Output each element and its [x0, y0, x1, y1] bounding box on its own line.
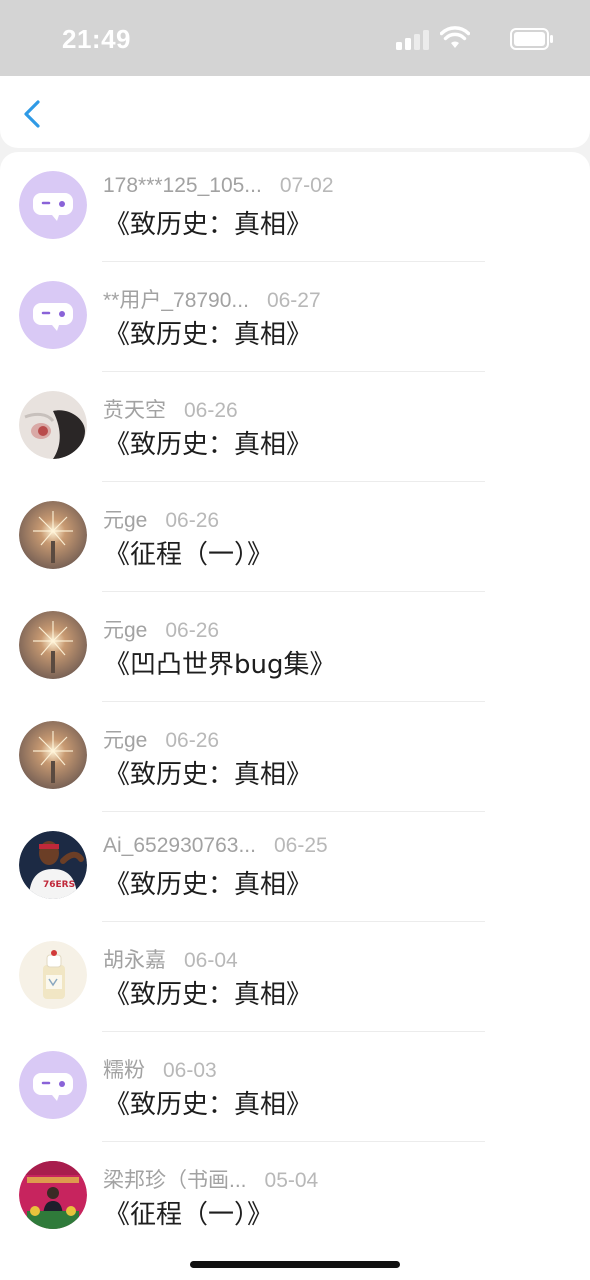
item-meta: 胡永嘉 06-04 [103, 944, 238, 972]
item-meta: 贲天空 06-26 [103, 394, 238, 422]
item-meta: 元ge 06-26 [103, 504, 219, 532]
item-meta: 178***125_105... 07-02 [103, 174, 334, 202]
item-meta: 元ge 06-26 [103, 614, 219, 642]
basketball-player-photo-avatar: 76ERS [19, 831, 87, 899]
item-date: 05-04 [264, 1169, 319, 1192]
item-username: 贲天空 [103, 399, 166, 422]
navigation-bar [0, 76, 590, 148]
item-title: 《凹凸世界bug集》 [104, 650, 336, 680]
status-time: 21:49 [62, 24, 131, 54]
item-username: 元ge [103, 729, 148, 752]
chat-bubble-avatar-icon [19, 281, 87, 349]
item-meta: 梁邦珍（书画... 05-04 [103, 1164, 318, 1192]
list-item[interactable]: 178***125_105... 07-02 《致历史：真相》 [0, 152, 590, 262]
home-indicator[interactable] [190, 1261, 400, 1268]
home-indicator-area [0, 1252, 590, 1280]
item-title: 《致历史：真相》 [104, 320, 313, 350]
item-date: 06-04 [184, 949, 238, 972]
reference-list: 178***125_105... 07-02 《致历史：真相》 **用户_7879… [0, 152, 590, 1252]
status-icons [384, 26, 554, 54]
item-username: 梁邦珍（书画... [103, 1169, 247, 1192]
item-date: 07-02 [279, 174, 334, 197]
item-title: 《致历史：真相》 [104, 210, 313, 240]
list-item[interactable]: 胡永嘉 06-04 《致历史：真相》 [0, 922, 590, 1032]
back-button[interactable] [14, 94, 54, 134]
item-username: 元ge [103, 619, 148, 642]
wifi-icon [440, 26, 470, 48]
sparkler-photo-avatar [19, 721, 87, 789]
item-username: **用户_78790... [103, 289, 249, 312]
item-date: 06-26 [165, 729, 220, 752]
chat-bubble-avatar-icon [19, 171, 87, 239]
item-date: 06-03 [163, 1059, 217, 1082]
item-meta: 糯粉 06-03 [103, 1054, 217, 1082]
item-meta: Ai_652930763... 06-25 [103, 834, 328, 862]
stage-photo-avatar [19, 1161, 87, 1229]
item-username: 胡永嘉 [103, 949, 166, 972]
list-item[interactable]: 元ge 06-26 《凹凸世界bug集》 [0, 592, 590, 702]
item-username: 糯粉 [103, 1059, 145, 1082]
chat-bubble-avatar-icon [19, 1051, 87, 1119]
list-item[interactable]: **用户_78790... 06-27 《致历史：真相》 [0, 262, 590, 372]
item-date: 06-26 [184, 399, 238, 422]
list-item[interactable]: 76ERS Ai_652930763... 06-25 《致历史：真相》 [0, 812, 590, 922]
item-meta: **用户_78790... 06-27 [103, 284, 321, 312]
item-title: 《致历史：真相》 [104, 430, 313, 460]
sparkler-photo-avatar [19, 501, 87, 569]
item-date: 06-25 [273, 834, 328, 857]
item-title: 《致历史：真相》 [104, 1090, 313, 1120]
item-username: 178***125_105... [103, 174, 262, 197]
list-item[interactable]: 梁邦珍（书画... 05-04 《征程（一）》 [0, 1142, 590, 1252]
item-title: 《征程（一）》 [104, 1200, 274, 1230]
list-item[interactable]: 元ge 06-26 《征程（一）》 [0, 482, 590, 592]
bottle-photo-avatar [19, 941, 87, 1009]
sparkler-photo-avatar [19, 611, 87, 679]
signal-icon [396, 30, 429, 50]
chevron-left-icon [24, 100, 40, 128]
item-title: 《致历史：真相》 [104, 870, 313, 900]
item-date: 06-26 [165, 509, 220, 532]
item-date: 06-26 [165, 619, 220, 642]
battery-icon [510, 28, 553, 50]
list-item[interactable]: 元ge 06-26 《致历史：真相》 [0, 702, 590, 812]
item-username: 元ge [103, 509, 148, 532]
item-date: 06-27 [266, 289, 321, 312]
item-title: 《征程（一）》 [104, 540, 274, 570]
list-item[interactable]: 贲天空 06-26 《致历史：真相》 [0, 372, 590, 482]
item-meta: 元ge 06-26 [103, 724, 219, 752]
list-item[interactable]: 糯粉 06-03 《致历史：真相》 [0, 1032, 590, 1142]
item-title: 《致历史：真相》 [104, 760, 313, 790]
user-photo-avatar [19, 391, 87, 459]
item-title: 《致历史：真相》 [104, 980, 313, 1010]
svg-text:76ERS: 76ERS [43, 880, 75, 890]
status-bar: 21:49 [0, 0, 590, 76]
item-username: Ai_652930763... [103, 834, 256, 857]
